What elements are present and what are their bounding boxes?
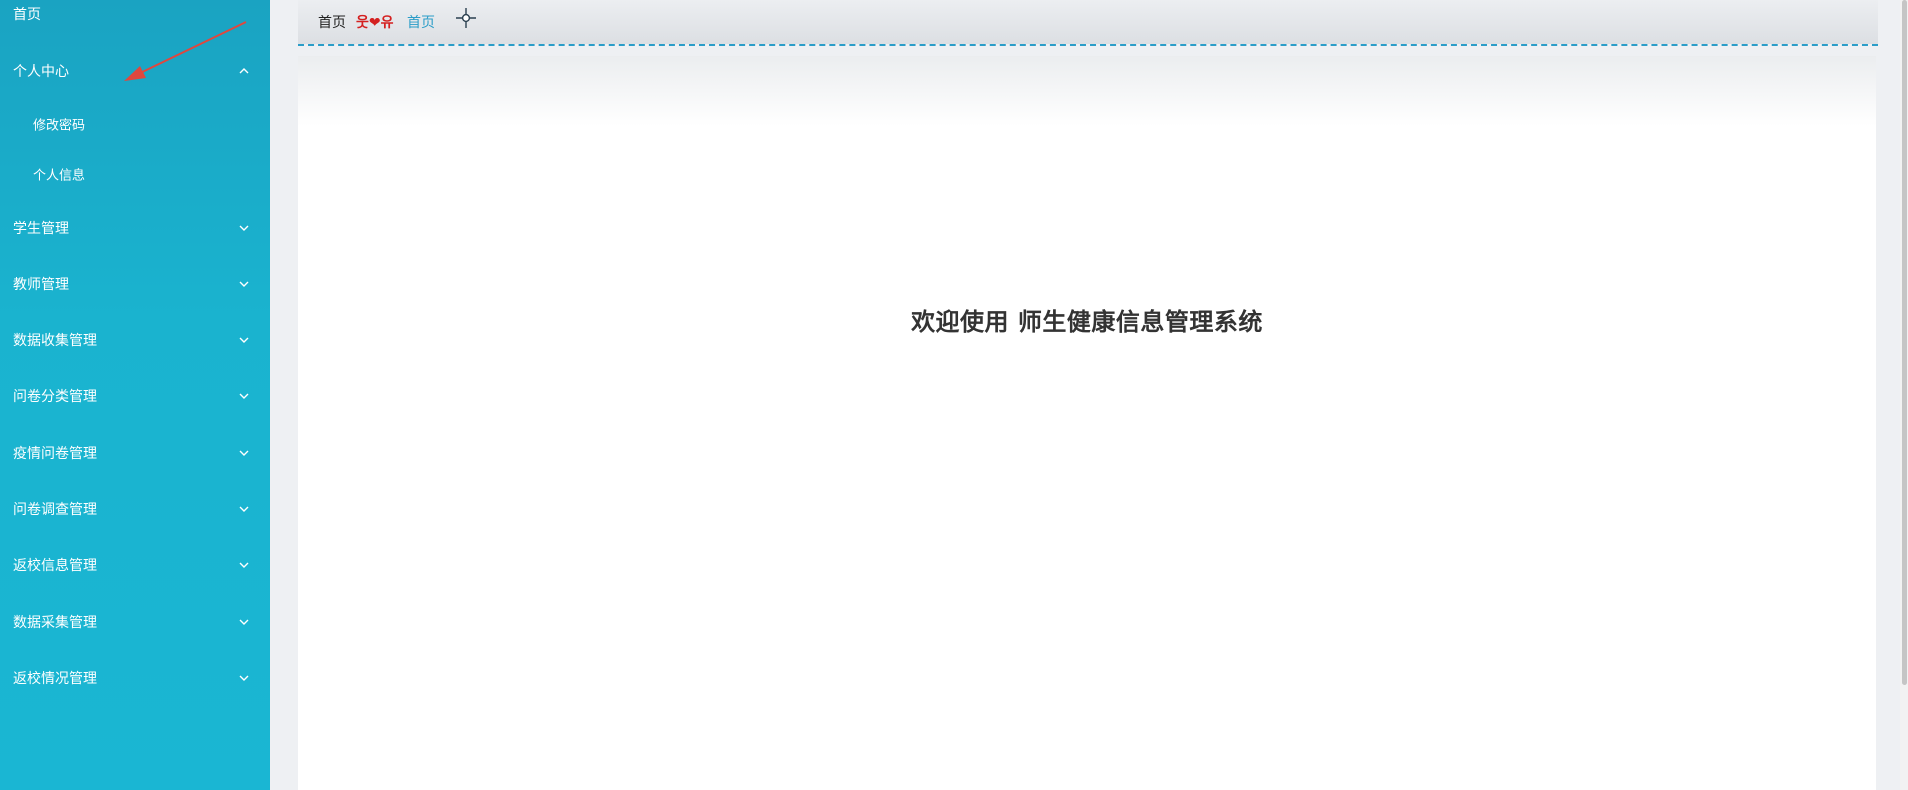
sidebar-item-return-school-status[interactable]: 返校情况管理 [0, 658, 270, 698]
sidebar-item-label: 返校信息管理 [13, 558, 97, 574]
sidebar-item-student-management[interactable]: 学生管理 [0, 208, 270, 248]
welcome-title: 欢迎使用 师生健康信息管理系统 [911, 308, 1263, 336]
sidebar-item-teacher-management[interactable]: 教师管理 [0, 264, 270, 304]
chevron-up-icon [239, 68, 249, 74]
sidebar: 首页 个人中心 修改密码 个人信息 学生管理 教师管理 数据收集管理 问卷分类管… [0, 0, 270, 790]
chevron-down-icon [239, 562, 249, 568]
chevron-down-icon [239, 675, 249, 681]
chevron-down-icon [239, 450, 249, 456]
sidebar-item-data-collection[interactable]: 数据收集管理 [0, 320, 270, 360]
sidebar-item-label: 首页 [13, 7, 41, 23]
sidebar-item-label: 个人中心 [13, 64, 69, 80]
sidebar-subitem-label: 修改密码 [33, 118, 86, 134]
sidebar-item-home[interactable]: 首页 [0, 0, 270, 34]
breadcrumb-home[interactable]: 首页 [318, 12, 346, 32]
chevron-down-icon [239, 619, 249, 625]
sidebar-item-label: 学生管理 [13, 221, 69, 237]
main-content: 欢迎使用 师生健康信息管理系统 [298, 56, 1876, 790]
sidebar-subitem-label: 个人信息 [33, 168, 86, 184]
sidebar-item-return-school-info[interactable]: 返校信息管理 [0, 545, 270, 585]
chevron-down-icon [239, 225, 249, 231]
breadcrumb-current[interactable]: 首页 [407, 12, 435, 32]
sidebar-item-data-gathering[interactable]: 数据采集管理 [0, 602, 270, 642]
sidebar-item-epidemic-questionnaire[interactable]: 疫情问卷管理 [0, 433, 270, 473]
sidebar-subitem-change-password[interactable]: 修改密码 [0, 104, 270, 144]
chevron-down-icon [239, 506, 249, 512]
breadcrumb-decoration: 웃❤유 [356, 15, 394, 31]
app-root: 首页 个人中心 修改密码 个人信息 学生管理 教师管理 数据收集管理 问卷分类管… [0, 0, 1908, 790]
sidebar-item-personal-center[interactable]: 个人中心 [0, 51, 270, 91]
sidebar-subitem-personal-info[interactable]: 个人信息 [0, 154, 270, 194]
sidebar-item-questionnaire-survey[interactable]: 问卷调查管理 [0, 489, 270, 529]
sidebar-item-label: 问卷分类管理 [13, 389, 97, 405]
breadcrumb-divider [298, 44, 1878, 46]
sidebar-item-label: 问卷调查管理 [13, 502, 97, 518]
chevron-down-icon [239, 281, 249, 287]
sidebar-item-label: 数据采集管理 [13, 615, 97, 631]
crosshair-icon[interactable] [454, 6, 478, 30]
chevron-down-icon [239, 337, 249, 343]
scrollbar-thumb[interactable] [1902, 0, 1907, 685]
sidebar-item-label: 返校情况管理 [13, 671, 97, 687]
sidebar-item-label: 教师管理 [13, 277, 69, 293]
breadcrumb-bar [298, 0, 1878, 44]
sidebar-item-label: 疫情问卷管理 [13, 446, 97, 462]
sidebar-item-label: 数据收集管理 [13, 333, 97, 349]
sidebar-item-questionnaire-category[interactable]: 问卷分类管理 [0, 376, 270, 416]
chevron-down-icon [239, 393, 249, 399]
